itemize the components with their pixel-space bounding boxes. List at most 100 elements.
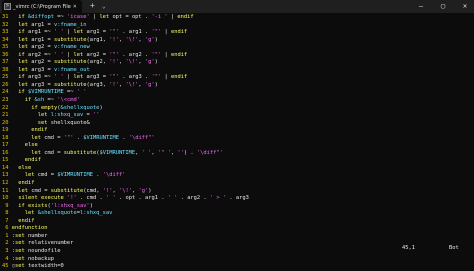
line-number: 33 <box>2 29 12 36</box>
code-text: endif <box>18 217 35 224</box>
code-line: 14 else <box>2 165 472 173</box>
code-line: 4 :set nobackup <box>2 256 472 264</box>
tab-vimrc[interactable]: > _vimrc (C:\Program Files\Vim) × <box>2 0 82 13</box>
code-text: if $VIMRUNTIME =~ ' ' <box>18 89 87 96</box>
code-text: endif <box>31 127 48 134</box>
code-text: let &shellxquote=l:shxq_sav <box>24 210 113 217</box>
line-number: 21 <box>2 112 12 119</box>
code-line: 8 let &shellxquote=l:shxq_sav <box>2 210 472 218</box>
code-line: 16 let cmd = substitute($VIMRUNTIME, ' '… <box>2 150 472 158</box>
window-controls: — ▢ ✕ <box>416 0 470 13</box>
scroll-indicator: Bot <box>449 245 459 251</box>
code-line: 36 if arg2 =~ ' ' | let arg2 = '"' . arg… <box>2 52 472 60</box>
code-text: endif <box>24 157 41 164</box>
code-line: 10 silent execute '!' . cmd . ' ' . opt … <box>2 195 472 203</box>
vim-editor[interactable]: 31 if &diffopt =~ 'icase' | let opt = op… <box>2 14 472 271</box>
line-number: 25 <box>2 74 12 81</box>
close-icon[interactable]: ✕ <box>460 0 470 13</box>
line-number: 12 <box>2 180 12 187</box>
code-text: :set nobackup <box>11 255 54 262</box>
code-text: let cmd = substitute($VIMRUNTIME, ' ', '… <box>31 149 223 156</box>
code-line: 32 let arg1 = v:fname_in <box>2 22 472 30</box>
code-line: 37 let arg2 = substitute(arg2, '!', '\!'… <box>2 59 472 67</box>
code-text: let l:shxq_sav = '' <box>37 112 100 119</box>
line-number: 36 <box>2 51 12 58</box>
status-line: 45,1 Bot <box>0 243 474 253</box>
code-text: endfunction <box>11 225 48 232</box>
line-number: 31 <box>2 14 12 20</box>
code-line: 6 endfunction <box>2 225 472 233</box>
code-text: :set number <box>11 232 48 239</box>
terminal-icon: > <box>4 3 11 10</box>
line-number: 38 <box>2 66 12 73</box>
line-number: 7 <box>2 217 12 224</box>
code-line: 19 endif <box>2 127 472 135</box>
code-text: let arg1 = substitute(arg1, '!', '\!', '… <box>18 36 158 43</box>
code-text: let cmd = $VIMRUNTIME . '\diff' <box>24 172 126 179</box>
code-text: if empty(&shellxquote) <box>31 104 103 111</box>
line-number: 18 <box>2 134 12 141</box>
code-text: let cmd = '"' . $VIMRUNTIME . '\diff"' <box>31 134 155 141</box>
code-text: if exists('l:shxq_sav') <box>18 202 93 209</box>
code-text: silent execute '!' . cmd . ' ' . opt . a… <box>18 195 249 202</box>
line-number: 35 <box>2 44 12 51</box>
line-number: 4 <box>2 255 12 262</box>
maximize-icon[interactable]: ▢ <box>438 0 448 13</box>
line-number: 24 <box>2 89 12 96</box>
code-line: 17 else <box>2 142 472 150</box>
line-number: 26 <box>2 81 12 88</box>
code-line: 1 :set number <box>2 233 472 241</box>
line-number: 11 <box>2 187 12 194</box>
tab-dropdown-icon[interactable]: ⌄ <box>102 2 106 11</box>
code-line: 35 let arg2 = v:fname_new <box>2 44 472 52</box>
code-line: 33 if arg1 =~ ' ' | let arg1 = '"' . arg… <box>2 29 472 37</box>
code-line: 12 endif <box>2 180 472 188</box>
code-text: if arg3 =~ ' ' | let arg3 = '"' . arg3 .… <box>18 74 188 81</box>
line-number: 14 <box>2 164 12 171</box>
line-number: 8 <box>2 210 12 217</box>
code-text: else <box>24 142 38 149</box>
line-number: 16 <box>2 149 12 156</box>
code-line: 31 if &diffopt =~ 'icase' | let opt = op… <box>2 14 472 22</box>
code-text: endif <box>18 180 35 187</box>
code-line: 22 if empty(&shellxquote) <box>2 105 472 113</box>
new-tab-button[interactable]: + <box>90 1 95 11</box>
code-line: 34 let arg1 = substitute(arg1, '!', '\!'… <box>2 37 472 45</box>
line-number: 37 <box>2 59 12 66</box>
line-number: 19 <box>2 127 12 134</box>
title-bar: > _vimrc (C:\Program Files\Vim) × + ⌄ — … <box>0 0 474 13</box>
code-line: 25 if arg3 =~ ' ' | let arg3 = '"' . arg… <box>2 74 472 82</box>
code-text: let arg1 = v:fname_in <box>18 21 87 28</box>
line-number: 17 <box>2 142 12 149</box>
code-text: if &diffopt =~ 'icase' | let opt = opt .… <box>18 14 194 20</box>
code-line: 20 set shellxquote& <box>2 120 472 128</box>
code-line: 26 let arg3 = substitute(arg3, '!', '\!'… <box>2 82 472 90</box>
line-number: 34 <box>2 36 12 43</box>
code-text: else <box>18 164 32 171</box>
minimize-icon[interactable]: — <box>416 0 426 13</box>
code-text: if arg1 =~ ' ' | let arg1 = '"' . arg1 .… <box>18 29 188 36</box>
code-line: 11 let cmd = substitute(cmd, '!', '\!', … <box>2 188 472 196</box>
code-text: let arg2 = v:fname_new <box>18 44 90 51</box>
line-number: 32 <box>2 21 12 28</box>
code-text: if arg2 =~ ' ' | let arg2 = '"' . arg2 .… <box>18 51 188 58</box>
code-line: 15 endif <box>2 157 472 165</box>
line-number: 9 <box>2 202 12 209</box>
line-number: 10 <box>2 195 12 202</box>
cursor-position: 45,1 <box>402 245 415 251</box>
code-line: 24 if $VIMRUNTIME =~ ' ' <box>2 89 472 97</box>
code-text: if &sh =~ '\<cmd' <box>24 97 80 104</box>
line-number: 45 <box>2 263 12 270</box>
line-number: 23 <box>2 97 12 104</box>
code-text: let arg3 = v:fname_out <box>18 66 90 73</box>
line-number: 13 <box>2 172 12 179</box>
code-line: 38 let arg3 = v:fname_out <box>2 67 472 75</box>
code-line: 18 let cmd = '"' . $VIMRUNTIME . '\diff"… <box>2 135 472 143</box>
code-line: 13 let cmd = $VIMRUNTIME . '\diff' <box>2 172 472 180</box>
code-line: 23 if &sh =~ '\<cmd' <box>2 97 472 105</box>
code-line: 7 endif <box>2 218 472 226</box>
tab-close-icon[interactable]: × <box>73 3 77 10</box>
line-number: 6 <box>2 225 12 232</box>
line-number: 20 <box>2 119 12 126</box>
code-line: 9 if exists('l:shxq_sav') <box>2 203 472 211</box>
